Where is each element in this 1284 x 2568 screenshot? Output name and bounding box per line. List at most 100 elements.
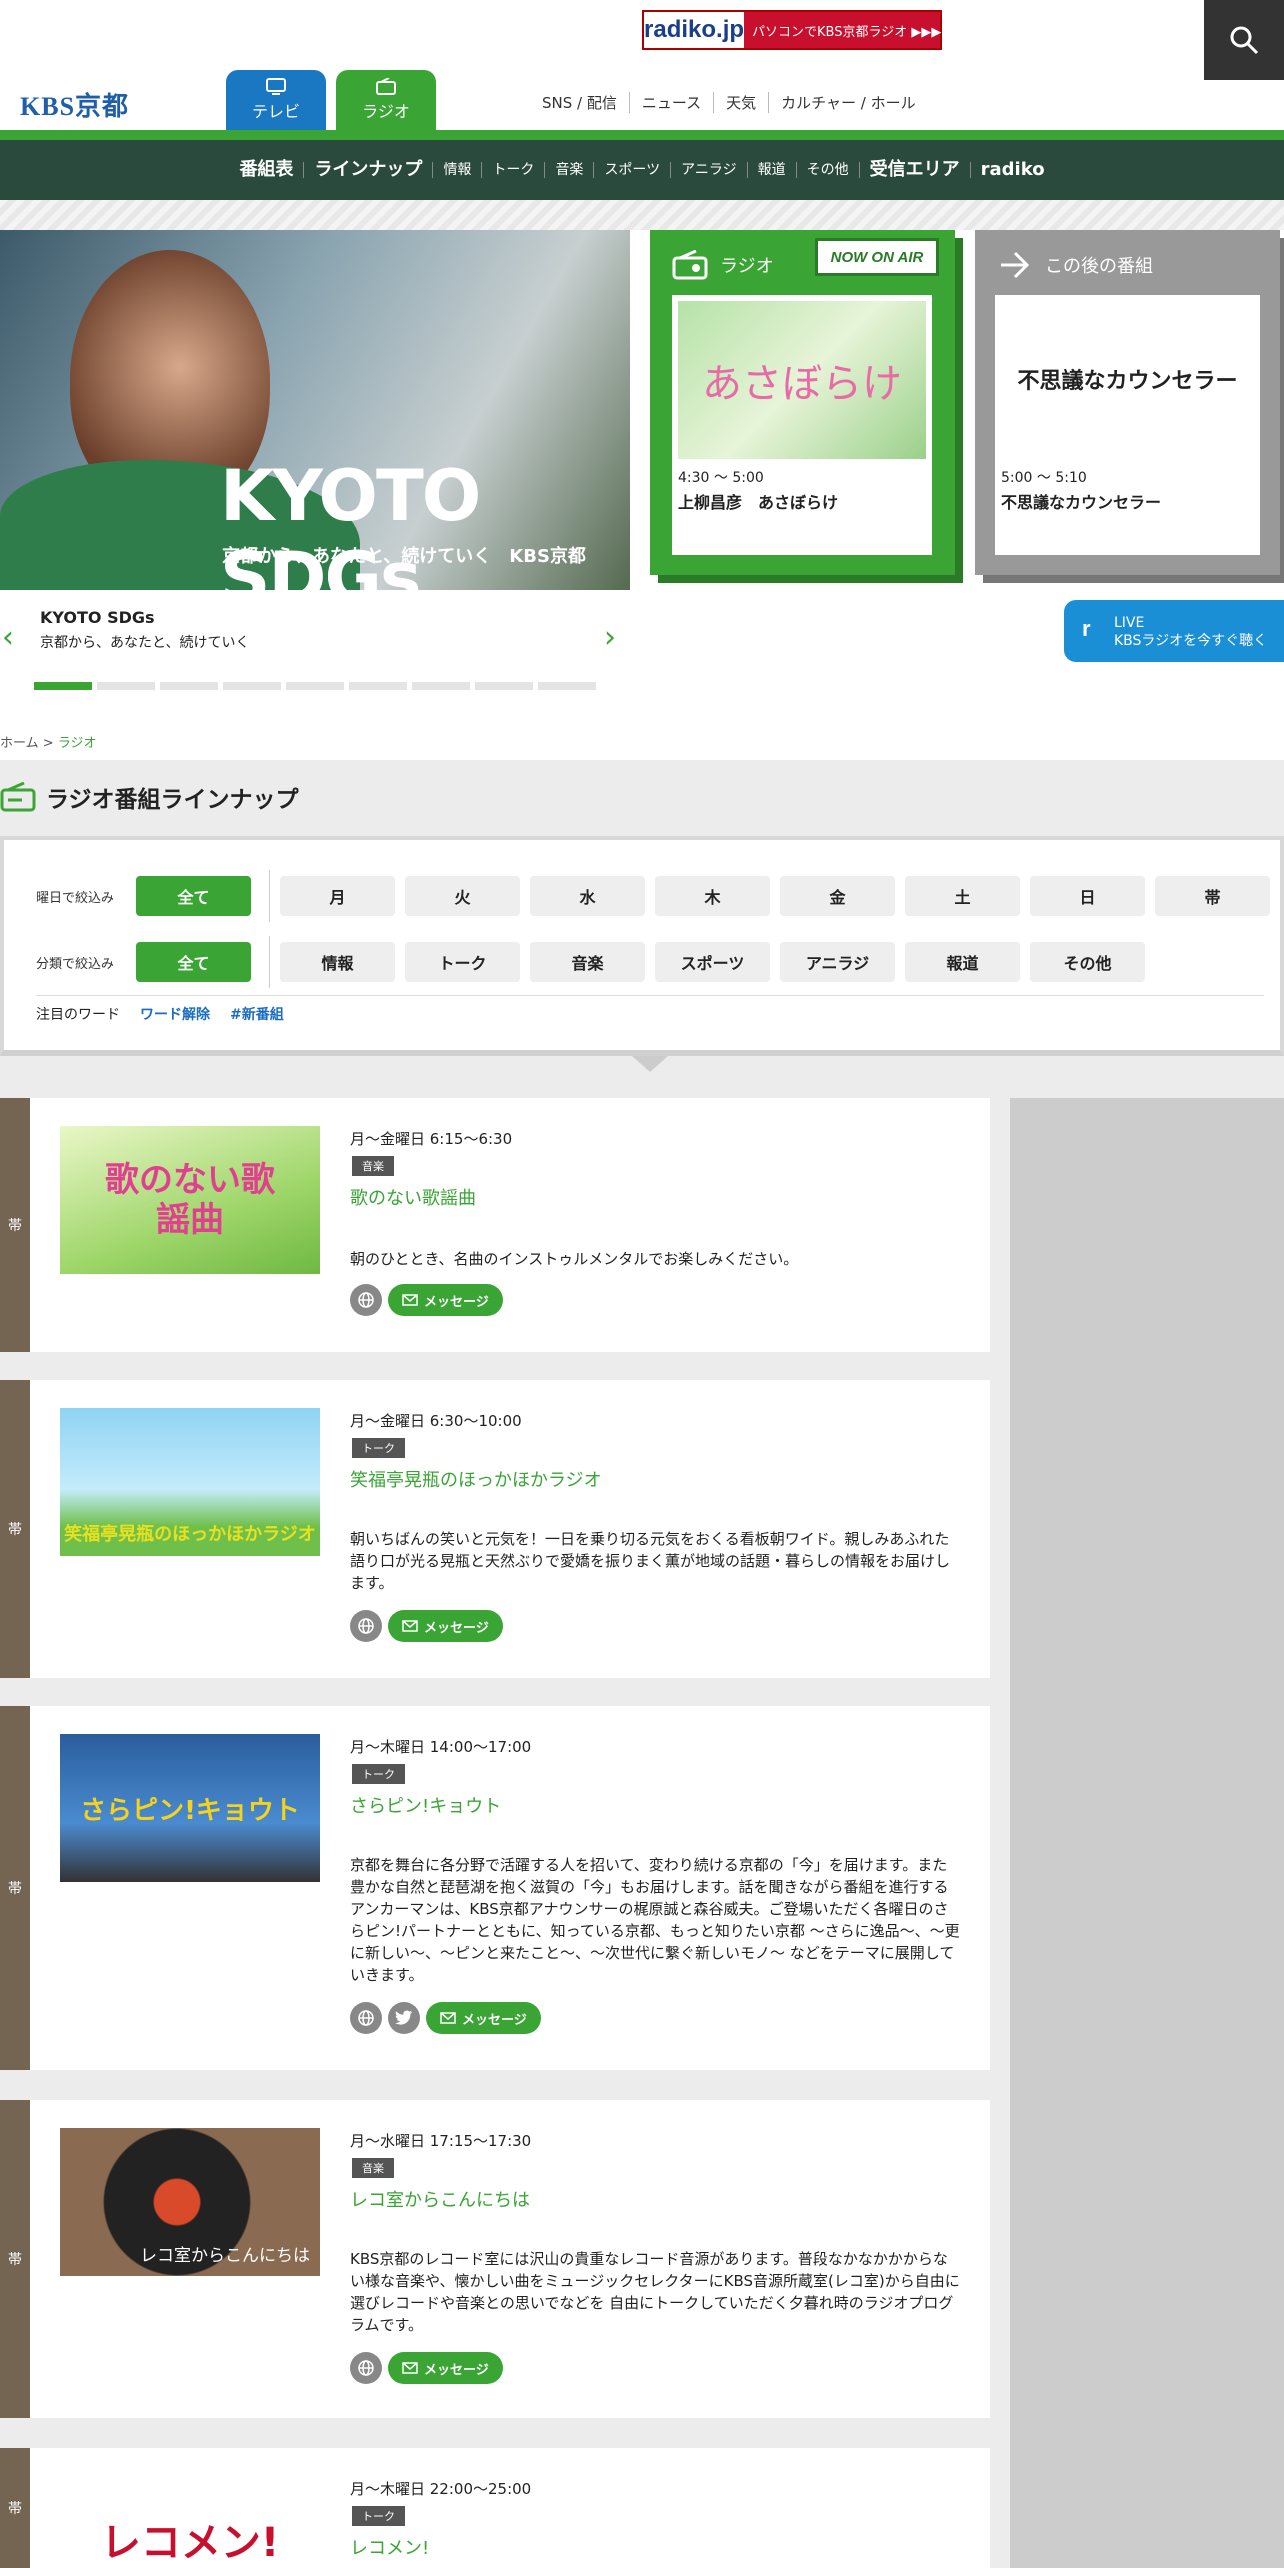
nav-other[interactable]: その他 bbox=[795, 162, 859, 178]
twitter-button[interactable] bbox=[388, 2002, 420, 2034]
message-button[interactable]: メッセージ bbox=[388, 2352, 503, 2384]
program-title[interactable]: レコメン! bbox=[350, 2534, 429, 2560]
program-category: トーク bbox=[352, 1438, 405, 1458]
web-button[interactable] bbox=[350, 2002, 382, 2034]
hero-logo-text: KYOTO SDGs bbox=[220, 455, 481, 590]
filter-day-tue[interactable]: 火 bbox=[405, 876, 520, 916]
hero-page-dot[interactable] bbox=[34, 682, 92, 690]
hero-slide-image[interactable]: KYOTO SDGs 京都から、あなたと、続けていく KBS京都 bbox=[0, 230, 630, 590]
filter-cat-all[interactable]: 全て bbox=[136, 942, 251, 982]
hero-page-dot[interactable] bbox=[286, 682, 344, 690]
filter-cat-label: 分類で絞込み bbox=[36, 956, 115, 972]
program-thumbnail[interactable]: 笑福亭晃瓶のほっかほかラジオ bbox=[60, 1408, 320, 1556]
program-card: 帯 レコ室からこんにちは 月〜水曜日 17:15〜17:30 音楽 レコ室からこ… bbox=[0, 2100, 990, 2418]
filter-cat-news[interactable]: 報道 bbox=[905, 942, 1020, 982]
hero-next-button[interactable]: › bbox=[604, 620, 616, 655]
tab-radio-label: ラジオ bbox=[362, 102, 410, 121]
keyword-clear-link[interactable]: ワード解除 bbox=[140, 1004, 210, 1024]
program-title[interactable]: 笑福亭晃瓶のほっかほかラジオ bbox=[350, 1466, 602, 1492]
message-button[interactable]: メッセージ bbox=[388, 1284, 503, 1316]
tab-tv[interactable]: テレビ bbox=[226, 70, 326, 130]
next-program-card[interactable]: この後の番組 不思議なカウンセラー 5:00 〜 5:10 不思議なカウンセラー bbox=[975, 230, 1280, 575]
link-sns[interactable]: SNS / 配信 bbox=[530, 92, 629, 113]
filter-day-wed[interactable]: 水 bbox=[530, 876, 645, 916]
message-label: メッセージ bbox=[424, 1620, 489, 1636]
program-desc: KBS京都のレコード室には沢山の貴重なレコード音源があります。普段なかなかかから… bbox=[350, 2250, 960, 2334]
globe-icon bbox=[358, 1292, 374, 1308]
search-button[interactable] bbox=[1204, 0, 1284, 80]
mail-icon bbox=[402, 2362, 418, 2374]
hero-page-dot[interactable] bbox=[97, 682, 155, 690]
hero-page-dot[interactable] bbox=[160, 682, 218, 690]
program-card: 帯 歌のない歌謡曲 月〜金曜日 6:15〜6:30 音楽 歌のない歌謡曲 朝のひ… bbox=[0, 1098, 990, 1352]
hero-page-dot[interactable] bbox=[349, 682, 407, 690]
kbs-logo[interactable]: KBS京都 bbox=[20, 86, 129, 123]
nav-talk[interactable]: トーク bbox=[481, 162, 544, 178]
next-label: この後の番組 bbox=[1045, 256, 1153, 277]
radiko-banner[interactable]: radiko.jp パソコンでKBS京都ラジオ ▶▶▶ bbox=[642, 10, 942, 50]
program-title[interactable]: レコ室からこんにちは bbox=[350, 2186, 530, 2212]
filter-day-sat[interactable]: 土 bbox=[905, 876, 1020, 916]
hero-page-dot[interactable] bbox=[223, 682, 281, 690]
program-thumbnail[interactable]: 歌のない歌謡曲 bbox=[60, 1126, 320, 1274]
live-listen-button[interactable]: r LIVE KBSラジオを今すぐ聴く bbox=[1064, 600, 1284, 662]
filter-cat-aniradi[interactable]: アニラジ bbox=[780, 942, 895, 982]
header-divider bbox=[0, 130, 1284, 140]
link-culture[interactable]: カルチャー / ホール bbox=[768, 92, 927, 113]
filter-cat-music[interactable]: 音楽 bbox=[530, 942, 645, 982]
now-on-air-card[interactable]: ラジオ NOW ON AIR あさぼらけ 4:30 〜 5:00 上柳昌彦 あさ… bbox=[650, 230, 955, 575]
filter-cat-sports[interactable]: スポーツ bbox=[655, 942, 770, 982]
hero-page-dot[interactable] bbox=[412, 682, 470, 690]
filter-separator bbox=[269, 870, 270, 922]
program-thumbnail[interactable]: レコ室からこんにちは bbox=[60, 2128, 320, 2276]
filter-day-band[interactable]: 帯 bbox=[1155, 876, 1270, 916]
filter-day-sun[interactable]: 日 bbox=[1030, 876, 1145, 916]
program-desc: 朝のひととき、名曲のインストゥルメンタルでお楽しみください。 bbox=[350, 1250, 799, 1268]
nav-lineup[interactable]: ラインナップ bbox=[303, 161, 432, 179]
link-weather[interactable]: 天気 bbox=[713, 92, 768, 113]
message-button[interactable]: メッセージ bbox=[426, 2002, 541, 2034]
program-actions: メッセージ bbox=[350, 1610, 503, 1642]
web-button[interactable] bbox=[350, 1610, 382, 1642]
breadcrumb-home[interactable]: ホーム bbox=[0, 736, 39, 751]
program-tag: 帯 bbox=[0, 1380, 30, 1678]
nav-schedule[interactable]: 番組表 bbox=[229, 161, 303, 179]
nav-news[interactable]: 報道 bbox=[746, 162, 796, 178]
hero-page-dot[interactable] bbox=[538, 682, 596, 690]
filter-day-mon[interactable]: 月 bbox=[280, 876, 395, 916]
tv-icon bbox=[266, 78, 286, 95]
nav-music[interactable]: 音楽 bbox=[544, 162, 593, 178]
hero-page-dot[interactable] bbox=[475, 682, 533, 690]
link-news[interactable]: ニュース bbox=[628, 92, 713, 113]
filter-day-all[interactable]: 全て bbox=[136, 876, 251, 916]
filter-cat-info[interactable]: 情報 bbox=[280, 942, 395, 982]
nav-info[interactable]: 情報 bbox=[432, 162, 481, 178]
breadcrumb: ホーム > ラジオ bbox=[0, 732, 97, 751]
filter-day-fri[interactable]: 金 bbox=[780, 876, 895, 916]
web-button[interactable] bbox=[350, 2352, 382, 2384]
keyword-tag-link[interactable]: #新番組 bbox=[230, 1004, 284, 1024]
program-thumbnail[interactable]: レコメン! bbox=[60, 2500, 320, 2568]
program-title[interactable]: さらピン!キョウト bbox=[350, 1792, 501, 1818]
nav-radiko[interactable]: radiko bbox=[969, 161, 1055, 179]
filter-cat-other[interactable]: その他 bbox=[1030, 942, 1145, 982]
tab-radio[interactable]: ラジオ bbox=[336, 70, 436, 130]
nav-area[interactable]: 受信エリア bbox=[858, 161, 970, 179]
mail-icon bbox=[402, 1294, 418, 1306]
tab-tv-label: テレビ bbox=[251, 102, 300, 121]
filter-cat-talk[interactable]: トーク bbox=[405, 942, 520, 982]
program-tag: 帯 bbox=[0, 2448, 30, 2568]
hero-prev-button[interactable]: ‹ bbox=[2, 620, 14, 655]
filter-day-thu[interactable]: 木 bbox=[655, 876, 770, 916]
program-thumbnail[interactable]: さらピン!キョウト bbox=[60, 1734, 320, 1882]
message-button[interactable]: メッセージ bbox=[388, 1610, 503, 1642]
program-title[interactable]: 歌のない歌謡曲 bbox=[350, 1184, 476, 1210]
web-button[interactable] bbox=[350, 1284, 382, 1316]
program-tag: 帯 bbox=[0, 2100, 30, 2418]
nav-aniradi[interactable]: アニラジ bbox=[670, 162, 746, 178]
nav-sports[interactable]: スポーツ bbox=[593, 162, 670, 178]
program-actions: メッセージ bbox=[350, 2002, 541, 2034]
onair-program[interactable]: あさぼらけ 4:30 〜 5:00 上柳昌彦 あさぼらけ bbox=[672, 295, 932, 555]
next-program[interactable]: 不思議なカウンセラー 5:00 〜 5:10 不思議なカウンセラー bbox=[995, 295, 1260, 555]
radiko-r-icon: r bbox=[1082, 616, 1091, 641]
